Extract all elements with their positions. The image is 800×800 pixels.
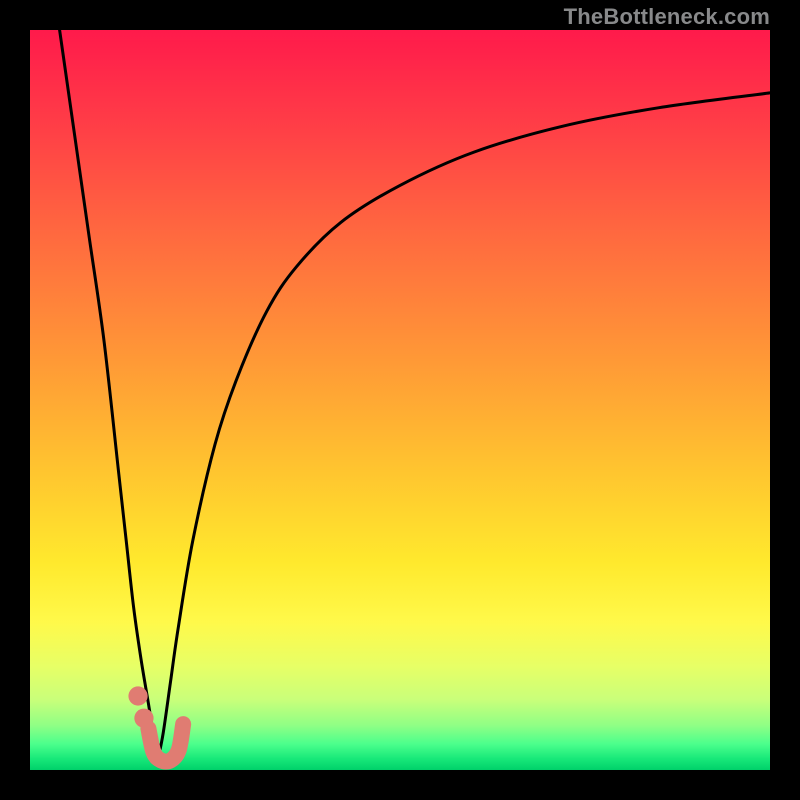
left-branch-line [60,30,158,759]
watermark-text: TheBottleneck.com [564,4,770,30]
outer-frame: TheBottleneck.com [0,0,800,800]
marker-dot-upper [128,686,147,705]
marker-hook [148,724,183,761]
chart-curves [30,30,770,770]
plot-area [30,30,770,770]
right-branch-line [158,93,770,759]
